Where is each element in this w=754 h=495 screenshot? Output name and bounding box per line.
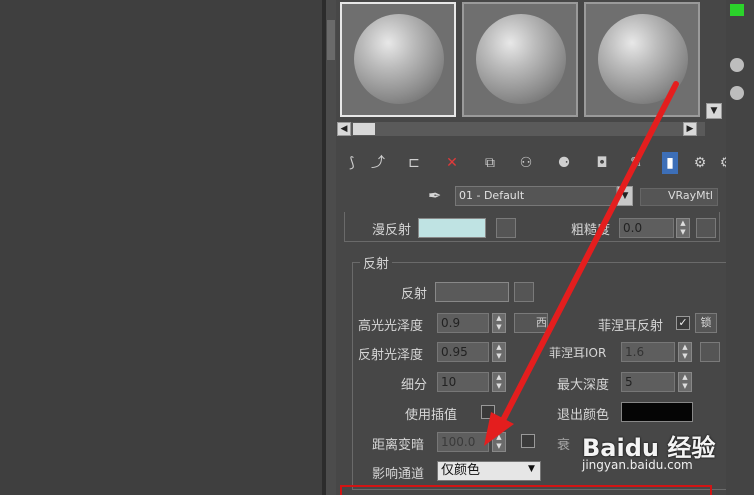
material-slot-1[interactable] bbox=[340, 2, 456, 117]
screenshot-root: ▼ ◀ ▶ ⟆ ⤴ ⊏ ✕ ⧉ ⚇ ⚈ ◘ ✎ ▮ ⚙ ⚙ ✒ 01 - Def… bbox=[0, 0, 754, 495]
scroll-left-button[interactable]: ◀ bbox=[337, 122, 351, 136]
diffuse-label: 漫反射 bbox=[372, 223, 412, 238]
fresnel-reflections-label: 菲涅耳反射 bbox=[598, 319, 664, 334]
diffuse-map-button[interactable] bbox=[496, 218, 516, 238]
max-depth-field[interactable]: 5 bbox=[621, 372, 675, 392]
material-name-dropdown-button[interactable]: ▼ bbox=[617, 186, 633, 206]
reflect-color-swatch[interactable] bbox=[435, 282, 509, 302]
chevron-down-icon: ▼ bbox=[528, 464, 535, 474]
dim-distance-label: 距离变暗 bbox=[372, 438, 425, 453]
material-name-field[interactable]: 01 - Default bbox=[455, 186, 617, 206]
reflection-group-title: 反射 bbox=[360, 253, 393, 272]
delete-icon[interactable]: ✕ bbox=[442, 152, 462, 174]
roughness-label: 粗糙度 bbox=[571, 223, 611, 238]
get-material-icon[interactable]: ⟆ bbox=[342, 152, 362, 174]
dim-falloff-label: 衰 bbox=[557, 438, 571, 453]
material-type-button[interactable]: VRayMtl bbox=[640, 188, 718, 206]
reflection-glossiness-label: 反射光泽度 bbox=[358, 348, 424, 363]
assign-icon[interactable]: ⊏ bbox=[404, 152, 424, 174]
fresnel-ior-label: 菲涅耳IOR bbox=[549, 346, 607, 360]
exit-color-label: 退出颜色 bbox=[557, 408, 610, 423]
max-depth-spinner[interactable]: ▲ ▼ bbox=[678, 372, 692, 392]
subdivs-field[interactable]: 10 bbox=[437, 372, 489, 392]
fresnel-ior-field[interactable]: 1.6 bbox=[621, 342, 675, 362]
use-interpolation-label: 使用插值 bbox=[405, 408, 458, 423]
reflect-label: 反射 bbox=[401, 287, 428, 302]
hilight-glossiness-spinner[interactable]: ▲ ▼ bbox=[492, 313, 506, 333]
sphere-icon[interactable] bbox=[730, 58, 744, 72]
roughness-field[interactable]: 0.0 bbox=[619, 218, 674, 238]
fresnel-reflections-checkbox[interactable]: ✓ bbox=[676, 316, 690, 330]
reflection-glossiness-spinner[interactable]: ▲ ▼ bbox=[492, 342, 506, 362]
unique-icon[interactable]: ⚇ bbox=[516, 152, 536, 174]
slot-scroll-down-button[interactable]: ▼ bbox=[706, 103, 722, 119]
sphere-icon[interactable] bbox=[730, 86, 744, 100]
subdivs-label: 细分 bbox=[401, 378, 428, 393]
fresnel-ior-map-button[interactable] bbox=[700, 342, 720, 362]
material-slot-3[interactable] bbox=[584, 2, 700, 117]
scroll-thumb[interactable] bbox=[353, 123, 375, 135]
viewport-area bbox=[0, 0, 322, 495]
max-depth-label: 最大深度 bbox=[557, 378, 610, 393]
material-preview-sphere bbox=[476, 14, 566, 104]
copy-icon[interactable]: ⧉ bbox=[480, 152, 500, 174]
highlight-box bbox=[340, 485, 712, 495]
affect-channels-label: 影响通道 bbox=[372, 467, 425, 482]
put-to-scene-icon[interactable]: ⤴ bbox=[368, 152, 388, 174]
effects-channel-icon[interactable]: ◘ bbox=[592, 152, 612, 174]
show-map-icon[interactable]: ✎ bbox=[626, 152, 646, 174]
material-preview-sphere bbox=[354, 14, 444, 104]
roughness-spinner[interactable]: ▲ ▼ bbox=[676, 218, 690, 238]
dim-distance-field[interactable]: 100.0 bbox=[437, 432, 489, 452]
fresnel-ior-spinner[interactable]: ▲ ▼ bbox=[678, 342, 692, 362]
scrollbar-thumb[interactable] bbox=[327, 20, 335, 60]
hilight-lock-button[interactable]: 西 bbox=[514, 313, 548, 333]
slot-horizontal-scrollbar[interactable]: ◀ ▶ bbox=[337, 122, 705, 136]
command-panel-strip bbox=[726, 0, 754, 495]
reflection-glossiness-field[interactable]: 0.95 bbox=[437, 342, 489, 362]
material-preview-sphere bbox=[598, 14, 688, 104]
go-parent-icon[interactable]: ⚙ bbox=[690, 152, 710, 174]
hilight-glossiness-label: 高光光泽度 bbox=[358, 319, 424, 334]
affect-channels-select[interactable]: 仅颜色 bbox=[437, 461, 541, 481]
use-interpolation-checkbox[interactable] bbox=[481, 405, 495, 419]
eyedropper-icon[interactable]: ✒ bbox=[428, 186, 441, 205]
put-library-icon[interactable]: ⚈ bbox=[554, 152, 574, 174]
diffuse-color-swatch[interactable] bbox=[418, 218, 486, 238]
roughness-map-button[interactable] bbox=[696, 218, 716, 238]
hilight-glossiness-field[interactable]: 0.9 bbox=[437, 313, 489, 333]
material-slot-2[interactable] bbox=[462, 2, 578, 117]
show-result-icon[interactable]: ▮ bbox=[662, 152, 678, 174]
dim-distance-spinner[interactable]: ▲ ▼ bbox=[492, 432, 506, 452]
watermark-url: jingyan.baidu.com bbox=[582, 458, 693, 472]
panel-scrollbar[interactable] bbox=[326, 0, 336, 495]
exit-color-swatch[interactable] bbox=[621, 402, 693, 422]
fresnel-lock-button[interactable]: 锁 bbox=[695, 313, 717, 333]
reflect-map-button[interactable] bbox=[514, 282, 534, 302]
green-indicator-icon bbox=[730, 4, 744, 16]
scroll-right-button[interactable]: ▶ bbox=[683, 122, 697, 136]
subdivs-spinner[interactable]: ▲ ▼ bbox=[492, 372, 506, 392]
dim-distance-checkbox[interactable] bbox=[521, 434, 535, 448]
